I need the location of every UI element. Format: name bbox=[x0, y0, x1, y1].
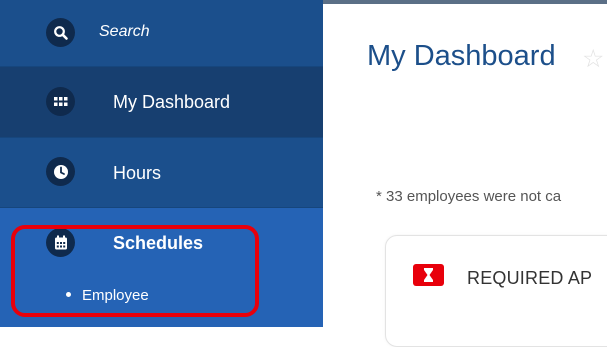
sidebar-search[interactable]: Search bbox=[0, 0, 323, 65]
status-note: * 33 employees were not ca bbox=[376, 188, 562, 205]
sidebar-item-label: My Dashboard bbox=[113, 92, 231, 112]
search-icon[interactable] bbox=[46, 18, 75, 47]
page-title: My Dashboard bbox=[367, 40, 556, 72]
sidebar: Search My Dashboard Hours Schedules Empl… bbox=[0, 0, 323, 327]
top-border bbox=[323, 0, 607, 4]
star-icon[interactable]: ☆ bbox=[582, 44, 604, 74]
calendar-icon bbox=[46, 228, 75, 257]
grid-icon bbox=[46, 87, 75, 116]
sidebar-item-schedules[interactable]: Schedules bbox=[0, 207, 323, 327]
sidebar-item-my-dashboard[interactable]: My Dashboard bbox=[0, 66, 323, 138]
sidebar-item-hours[interactable]: Hours bbox=[0, 137, 323, 209]
required-card bbox=[385, 235, 607, 347]
sidebar-subitem-employee[interactable]: Employee bbox=[66, 287, 149, 304]
sidebar-item-label: Hours bbox=[113, 163, 162, 183]
card-title: REQUIRED AP bbox=[467, 268, 593, 288]
clock-icon bbox=[46, 157, 75, 186]
hourglass-icon bbox=[413, 264, 444, 286]
search-input[interactable]: Search bbox=[99, 23, 150, 41]
sidebar-item-label: Schedules bbox=[113, 233, 204, 253]
